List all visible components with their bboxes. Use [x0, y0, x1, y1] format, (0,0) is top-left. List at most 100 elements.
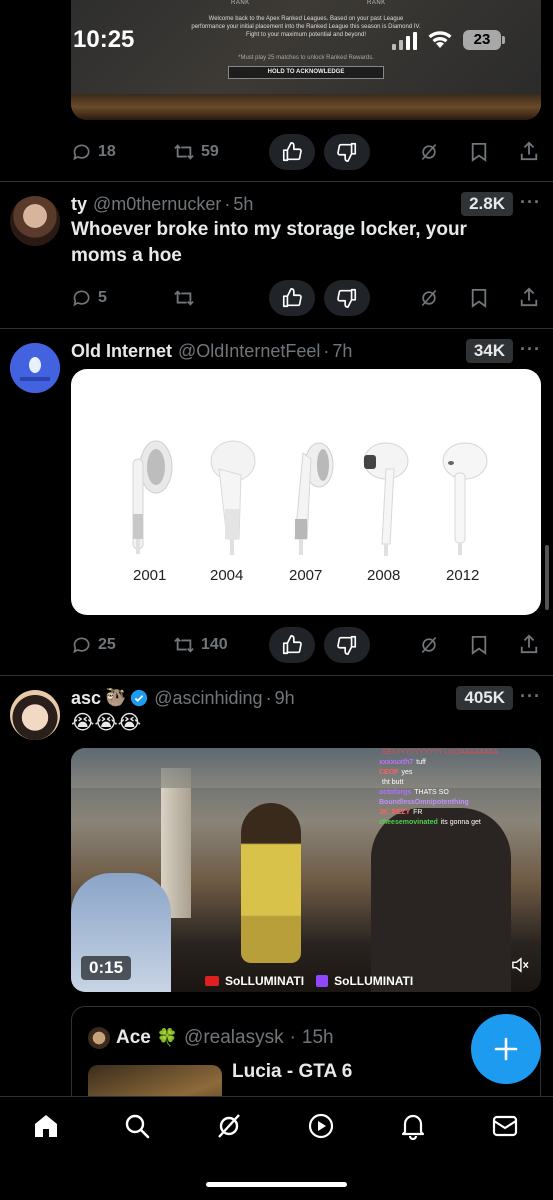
share-button[interactable] — [519, 634, 539, 654]
user-handle[interactable]: @OldInternetFeel — [178, 341, 320, 362]
downvote-button[interactable] — [324, 627, 370, 663]
post-media-image[interactable]: RANK RANK Welcome back to the Apex Ranke… — [71, 0, 541, 120]
nav-grok[interactable] — [214, 1111, 244, 1141]
chat-line: tht butt — [379, 778, 529, 788]
earbud-2004-illustration — [210, 440, 256, 555]
year-label: 2001 — [133, 567, 167, 584]
year-label: 2004 — [210, 567, 244, 584]
thumbs-up-icon — [282, 142, 302, 162]
bookmark-button[interactable] — [470, 635, 488, 655]
post[interactable]: ty @m0thernucker · 5h 2.8K ··· Whoever b… — [0, 182, 553, 328]
grok-button[interactable] — [419, 635, 439, 655]
display-name[interactable]: asc — [71, 688, 101, 709]
share-icon — [520, 141, 538, 161]
downvote-button[interactable] — [324, 134, 370, 170]
nav-notifications[interactable] — [398, 1111, 428, 1141]
share-button[interactable] — [519, 141, 539, 161]
chat-line: octoforgs THATS SO — [379, 788, 529, 798]
user-handle[interactable]: @m0thernucker — [93, 194, 221, 215]
repost-icon — [174, 637, 194, 653]
thumbs-up-icon — [282, 288, 302, 308]
upvote-button[interactable] — [269, 280, 315, 316]
home-indicator[interactable] — [206, 1182, 347, 1187]
more-options-button[interactable]: ··· — [520, 339, 541, 360]
bookmark-button[interactable] — [470, 142, 488, 162]
share-icon — [520, 634, 538, 654]
reply-button[interactable]: 18 — [72, 142, 116, 162]
display-name[interactable]: Old Internet — [71, 341, 172, 362]
muted-speaker-icon — [512, 957, 529, 973]
post-time: 9h — [274, 687, 295, 708]
display-name[interactable]: ty — [71, 194, 87, 215]
compose-post-button[interactable] — [471, 1014, 541, 1084]
reply-icon — [73, 290, 90, 307]
view-count: 405K — [456, 686, 513, 710]
scrollbar[interactable] — [545, 545, 549, 610]
more-options-button[interactable]: ··· — [520, 686, 541, 707]
nav-search[interactable] — [122, 1111, 152, 1141]
youtube-icon — [205, 976, 219, 986]
downvote-button[interactable] — [324, 280, 370, 316]
post[interactable]: asc 🦥 @ascinhiding · 9h 405K ··· 😭😭😭 SEX… — [0, 676, 553, 1136]
grok-icon — [421, 289, 437, 307]
chat-message: yes — [401, 769, 413, 776]
quoted-avatar[interactable] — [88, 1027, 110, 1049]
repost-button[interactable]: 59 — [173, 142, 219, 162]
repost-button[interactable]: 140 — [173, 635, 228, 655]
chat-line: CEOF yes — [379, 768, 529, 778]
twitch-icon — [316, 975, 329, 987]
year-label: 2012 — [446, 567, 480, 584]
nav-messages[interactable] — [490, 1111, 520, 1141]
post-actions: 18 59 — [0, 132, 553, 172]
rank-label: RANK — [231, 0, 250, 6]
thumbs-down-icon — [337, 288, 357, 308]
reply-button[interactable]: 25 — [72, 635, 116, 655]
nav-home[interactable] — [31, 1111, 61, 1141]
notifications-icon — [401, 1114, 425, 1140]
user-handle[interactable]: @ascinhiding — [154, 688, 262, 709]
verified-badge-icon — [131, 689, 148, 707]
post-image[interactable]: 2001 2004 2007 2008 2012 — [71, 369, 541, 615]
chat-user: BoundlessOmnipotenthing — [379, 799, 469, 806]
post[interactable]: Old Internet @OldInternetFeel · 7h 34K ·… — [0, 329, 553, 675]
repost-count: 59 — [201, 143, 219, 160]
quoted-display-name[interactable]: Ace — [116, 1027, 151, 1049]
more-options-button[interactable]: ··· — [520, 192, 541, 213]
share-button[interactable] — [519, 287, 539, 307]
arena-floor — [71, 94, 541, 120]
video-player[interactable]: SEXYYYYYYYYYY LUCIAAAAAAAA xxxxuxth7 tuff C… — [71, 748, 541, 992]
home-icon — [35, 1115, 57, 1137]
ranked-welcome-text: Welcome back to the Apex Ranked Leagues.… — [191, 16, 421, 38]
quoted-user-handle[interactable]: @realasysk — [184, 1027, 284, 1049]
chat-line: SEXYYYYYYYYYY LUCIAAAAAAAA — [379, 748, 529, 758]
streamer-banner: SoLLUMINATI SoLLUMINATI — [205, 974, 413, 988]
earbud-2012-illustration — [442, 442, 488, 555]
separator: · — [265, 687, 272, 708]
reply-button[interactable]: 5 — [72, 288, 107, 308]
video-icon — [308, 1113, 334, 1139]
post-text: 😭😭😭 — [71, 712, 142, 734]
grok-button[interactable] — [419, 142, 439, 162]
repost-button[interactable] — [173, 288, 201, 308]
reply-count: 18 — [98, 143, 116, 160]
chat-user: octoforgs — [379, 789, 412, 796]
bookmark-button[interactable] — [470, 288, 488, 308]
post-time: 5h — [233, 193, 254, 214]
twitch-channel: SoLLUMINATI — [334, 974, 414, 988]
nav-video[interactable] — [306, 1111, 336, 1141]
avatar[interactable] — [10, 343, 60, 393]
grok-icon — [218, 1114, 240, 1138]
post-actions: 25 140 — [0, 625, 553, 665]
youtube-channel: SoLLUMINATI — [225, 974, 305, 988]
bookmark-icon — [471, 143, 487, 162]
upvote-button[interactable] — [269, 627, 315, 663]
avatar[interactable] — [10, 690, 60, 740]
chat-user: CEOF — [379, 769, 399, 776]
chat-line: cheesemovinated its gonna get — [379, 818, 529, 828]
upvote-button[interactable] — [269, 134, 315, 170]
grok-button[interactable] — [419, 288, 439, 308]
repost-icon — [174, 144, 194, 160]
avatar[interactable] — [10, 196, 60, 246]
mute-button[interactable] — [511, 957, 529, 978]
chat-message: SEXYYYYYYYYYY LUCIAAAAAAAA — [382, 749, 498, 756]
